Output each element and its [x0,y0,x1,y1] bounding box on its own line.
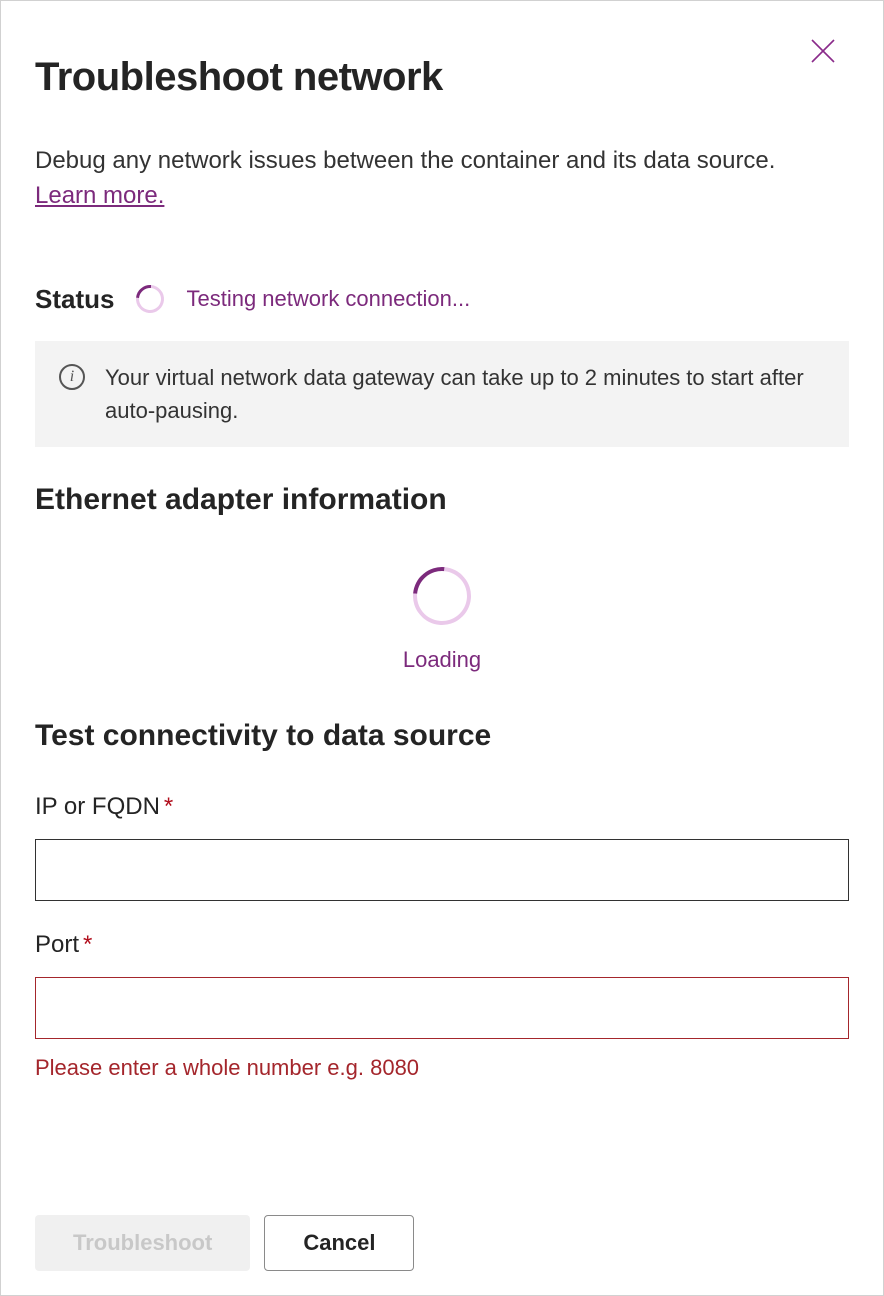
troubleshoot-panel: Troubleshoot network Debug any network i… [0,0,884,1296]
ip-field-group: IP or FQDN* [35,793,849,901]
loading-label: Loading [403,647,481,673]
panel-title: Troubleshoot network [35,55,849,100]
spinner-icon [401,555,483,637]
ip-input[interactable] [35,839,849,901]
ethernet-loading: Loading [35,567,849,673]
required-marker: * [164,793,173,820]
troubleshoot-button: Troubleshoot [35,1215,250,1271]
cancel-button[interactable]: Cancel [264,1215,414,1271]
ethernet-heading: Ethernet adapter information [35,483,849,517]
port-input[interactable] [35,977,849,1039]
close-icon [809,37,837,65]
info-banner: i Your virtual network data gateway can … [35,341,849,447]
connectivity-heading: Test connectivity to data source [35,719,849,753]
port-label: Port* [35,931,849,959]
intro-text-body: Debug any network issues between the con… [35,147,775,174]
required-marker: * [83,931,92,958]
close-button[interactable] [805,33,841,69]
intro-text: Debug any network issues between the con… [35,144,815,214]
spinner-icon [131,279,170,318]
info-banner-text: Your virtual network data gateway can ta… [105,361,825,427]
port-field-group: Port* Please enter a whole number e.g. 8… [35,931,849,1081]
status-message: Testing network connection... [186,286,470,312]
port-label-text: Port [35,931,79,958]
status-row: Status Testing network connection... [35,284,849,315]
status-label: Status [35,284,114,315]
info-icon: i [59,364,85,390]
learn-more-link[interactable]: Learn more. [35,182,164,209]
port-error-message: Please enter a whole number e.g. 8080 [35,1055,849,1081]
footer-actions: Troubleshoot Cancel [35,1215,414,1271]
ip-label: IP or FQDN* [35,793,849,821]
ip-label-text: IP or FQDN [35,793,160,820]
